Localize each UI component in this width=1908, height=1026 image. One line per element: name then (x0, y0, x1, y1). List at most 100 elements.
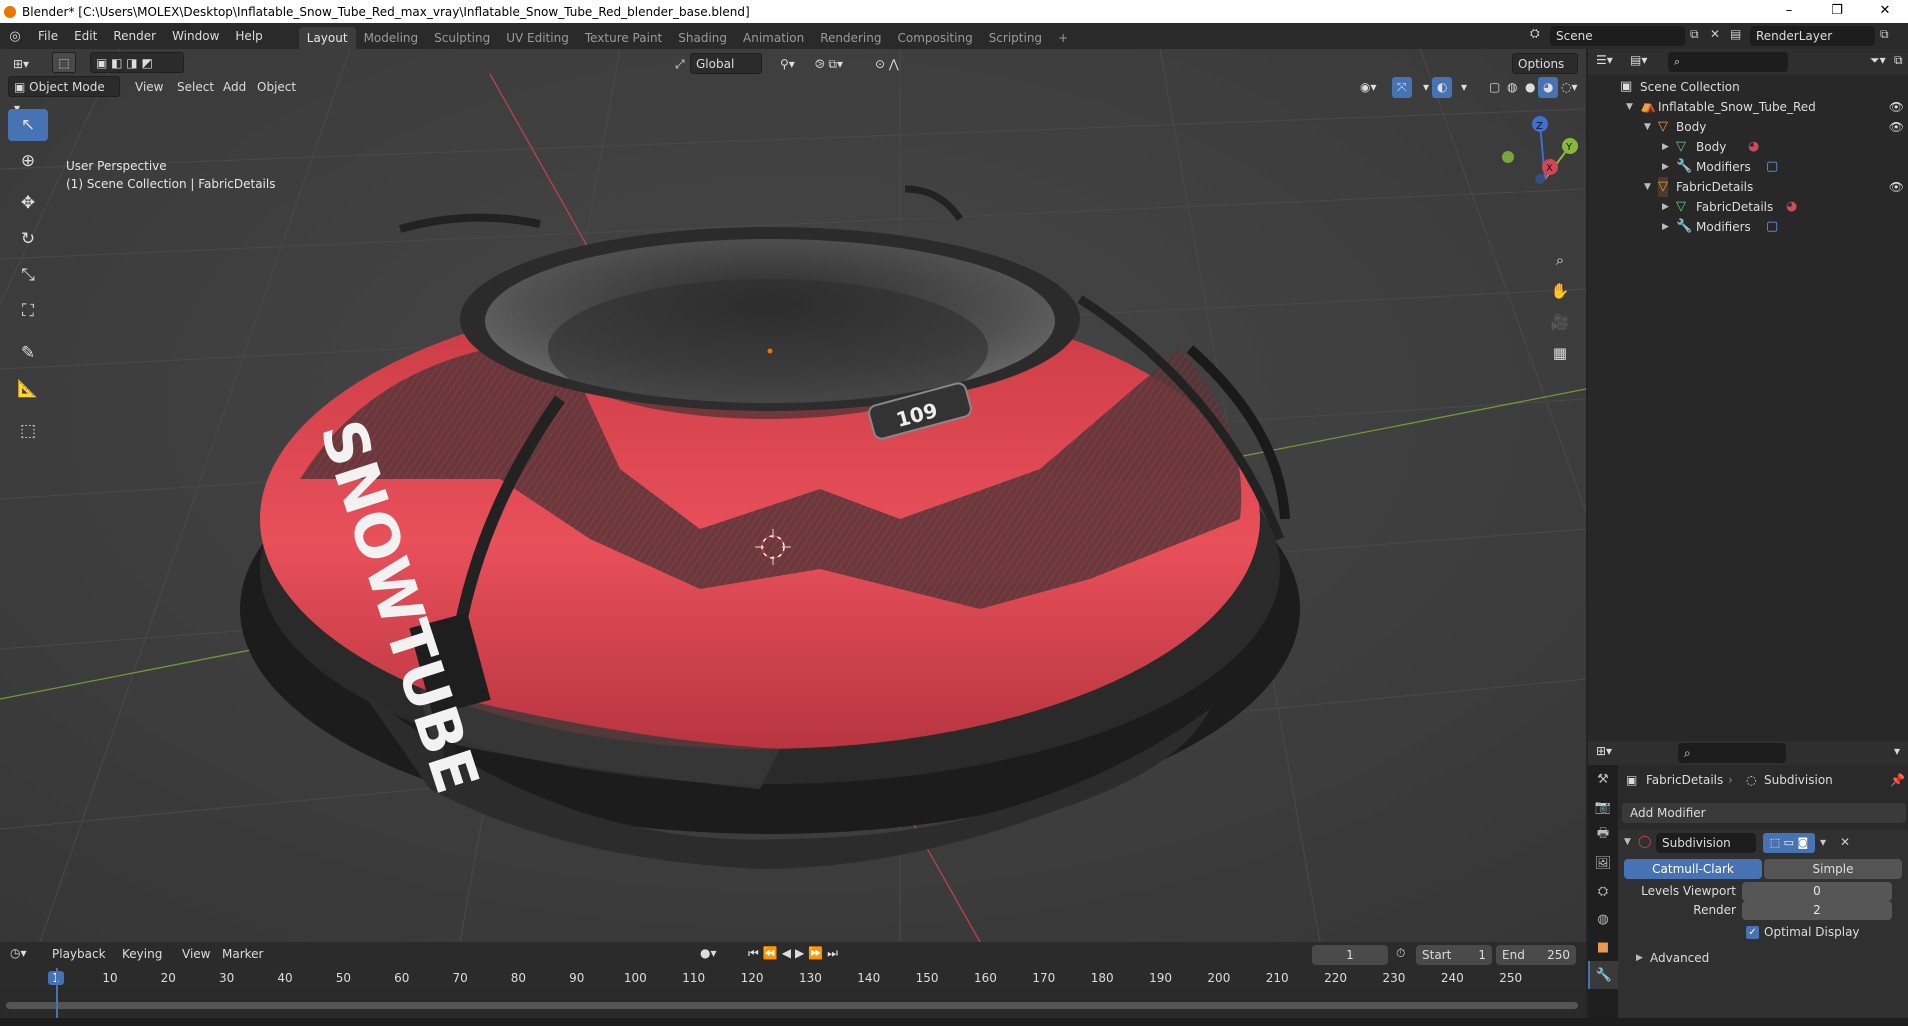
overlay-toggle-icon[interactable]: ◐ (1432, 77, 1453, 98)
modifier-display-toggles-icon[interactable]: ⬚ ▭ ◙ (1763, 833, 1815, 853)
render-levels-field[interactable]: 2 (1742, 901, 1892, 920)
measure-tool-icon[interactable]: 📐 (8, 373, 48, 405)
visibility-icon[interactable]: ◉▾ (1355, 77, 1382, 98)
tab-uv-editing[interactable]: UV Editing (498, 27, 577, 49)
modifier-name-input[interactable]: Subdivision (1656, 833, 1756, 853)
pin-icon[interactable]: 📌 (1890, 773, 1905, 787)
camera-view-icon[interactable]: 🎥 (1546, 308, 1574, 336)
close-window-button[interactable]: ✕ (1862, 0, 1908, 23)
select-box-icon[interactable]: ⬚ (52, 52, 76, 73)
menu-window[interactable]: Window (164, 23, 227, 49)
add-modifier-button[interactable]: Add Modifier (1622, 803, 1906, 823)
catmull-clark-button[interactable]: Catmull-Clark (1624, 859, 1762, 879)
frame-ruler[interactable]: 1102030405060708090100110120130140150160… (0, 968, 1586, 990)
blender-menu-icon[interactable]: ◎ (0, 29, 30, 44)
pan-hand-icon[interactable]: ✋ (1546, 277, 1574, 305)
outliner-search-input[interactable]: ⌕ (1668, 52, 1788, 72)
outliner-row-fabric-modifiers[interactable]: ▶ 🔧 Modifiers ▢ (1588, 217, 1908, 237)
selection-mode-icons[interactable]: ▣ ◧ ◨ ◩ (90, 52, 184, 73)
select-tool-icon[interactable]: ↖ (8, 109, 48, 141)
tab-layout[interactable]: Layout (298, 27, 356, 49)
cursor-tool-icon[interactable]: ⊕ (8, 145, 48, 177)
tab-texture-paint[interactable]: Texture Paint (577, 27, 670, 49)
snap-icon[interactable]: ⧁ ⧉▾ (810, 54, 848, 75)
outliner-row-fabric-details[interactable]: ▼ ▽ FabricDetails 👁 (1588, 177, 1908, 197)
mode-dropdown[interactable]: ▣ Object Mode ▾ (8, 76, 120, 115)
view-layer-tab-icon[interactable]: 🖼 (1588, 849, 1618, 877)
timeline-scrollbar[interactable] (6, 1002, 1578, 1009)
move-tool-icon[interactable]: ✥ (8, 187, 48, 219)
ortho-grid-icon[interactable]: ▦ (1546, 339, 1574, 367)
expand-arrow-icon[interactable]: ▼ (1626, 97, 1633, 117)
transform-tool-icon[interactable]: ⛶ (8, 295, 48, 327)
object-tab-icon[interactable]: ■ (1588, 933, 1618, 961)
properties-dropdown-icon[interactable]: ▾ (1894, 744, 1900, 758)
menu-select[interactable]: Select (172, 77, 219, 98)
advanced-section-label[interactable]: Advanced (1650, 951, 1709, 965)
modifier-dropdown-icon[interactable]: ▾ (1820, 835, 1826, 849)
playback-controls-icon[interactable]: ⏮⏪◀▶⏩⏭ (748, 946, 842, 961)
scale-tool-icon[interactable]: ⤡ (8, 259, 48, 291)
rotate-tool-icon[interactable]: ↻ (8, 223, 48, 255)
record-icon[interactable]: ●▾ (700, 946, 717, 960)
tab-shading[interactable]: Shading (670, 27, 735, 49)
scene-selector[interactable]: Scene (1550, 26, 1685, 46)
menu-file[interactable]: File (30, 23, 66, 49)
view-layer-selector[interactable]: RenderLayer (1750, 26, 1875, 46)
options-dropdown[interactable]: Options (1512, 53, 1578, 74)
outliner-row-fabric-details-mesh[interactable]: ▶ ▽ FabricDetails ◕ (1588, 197, 1908, 217)
eye-icon[interactable]: 👁 (1889, 177, 1904, 197)
preview-range-icon[interactable]: ⏱ (1396, 946, 1405, 961)
tab-scripting[interactable]: Scripting (981, 27, 1050, 49)
filter-icon[interactable]: ⏷▾ (1870, 53, 1886, 68)
tab-compositing[interactable]: Compositing (889, 27, 980, 49)
simple-button[interactable]: Simple (1764, 859, 1902, 879)
menu-help[interactable]: Help (227, 23, 270, 49)
new-collection-icon[interactable]: ⧉ (1894, 53, 1903, 68)
remove-scene-icon[interactable]: ✕ (1710, 27, 1720, 41)
proportional-edit-icon[interactable]: ⊙ ⋀ (870, 54, 904, 75)
modifier-tab-icon[interactable]: 🔧 (1588, 961, 1618, 989)
levels-viewport-field[interactable]: 0 (1742, 882, 1892, 901)
maximize-button[interactable]: ❐ (1814, 0, 1860, 23)
marker-menu[interactable]: Marker (222, 947, 263, 961)
world-tab-icon[interactable]: ◍ (1588, 905, 1618, 933)
collapse-arrow-icon[interactable]: ▶ (1662, 217, 1669, 237)
output-tab-icon[interactable]: 🖶 (1588, 821, 1618, 849)
menu-view[interactable]: View (130, 77, 168, 98)
rendered-shading-icon[interactable]: ◌▾ (1556, 77, 1583, 98)
outliner-editor-icon[interactable]: ☰▾ (1596, 53, 1613, 67)
add-workspace-button[interactable]: + (1050, 27, 1076, 49)
overlay-dropdown-icon[interactable]: ▾ (1456, 77, 1472, 98)
tab-sculpting[interactable]: Sculpting (426, 27, 498, 49)
editor-type-icon[interactable]: ⊞▾ (8, 54, 34, 75)
menu-object[interactable]: Object (252, 77, 301, 98)
tool-tab-icon[interactable]: ⚒ (1588, 765, 1618, 793)
menu-render[interactable]: Render (105, 23, 164, 49)
timeline-view-menu[interactable]: View (182, 947, 210, 961)
collapse-arrow-icon[interactable]: ▶ (1662, 197, 1669, 217)
annotate-tool-icon[interactable]: ✎ (8, 337, 48, 369)
collapse-arrow-icon[interactable]: ▶ (1662, 157, 1669, 177)
outliner-row-snow-tube[interactable]: ▼ ⛺ Inflatable_Snow_Tube_Red 👁 (1588, 97, 1908, 117)
expand-arrow-icon[interactable]: ▼ (1644, 117, 1651, 137)
add-cube-tool-icon[interactable]: ⬚ (8, 415, 48, 447)
eye-icon[interactable]: 👁 (1889, 97, 1904, 117)
outliner-row-body-mesh[interactable]: ▶ ▽ Body ◕ (1588, 137, 1908, 157)
playback-menu[interactable]: Playback (52, 947, 106, 961)
current-frame-field[interactable]: 1 (1312, 945, 1388, 965)
scene-tab-icon[interactable]: ⛭ (1588, 877, 1618, 905)
outliner-row-body[interactable]: ▼ ▽ Body 👁 (1588, 117, 1908, 137)
collapse-arrow-icon[interactable]: ▶ (1662, 137, 1669, 157)
outliner-row-scene-collection[interactable]: ▣ Scene Collection (1588, 77, 1908, 97)
expand-arrow-icon[interactable]: ▼ (1644, 177, 1651, 197)
remove-modifier-icon[interactable]: ✕ (1840, 835, 1850, 849)
copy-view-layer-icon[interactable]: ⧉ (1880, 27, 1889, 42)
zoom-icon[interactable]: ⌕ (1546, 246, 1574, 274)
orientation-dropdown[interactable]: Global (690, 53, 762, 74)
menu-edit[interactable]: Edit (66, 23, 105, 49)
properties-editor-icon[interactable]: ⊞▾ (1596, 744, 1612, 758)
timeline-editor-icon[interactable]: ◷▾ (10, 946, 27, 960)
advanced-expand-icon[interactable]: ▶ (1636, 953, 1643, 963)
outliner-row-body-modifiers[interactable]: ▶ 🔧 Modifiers ▢ (1588, 157, 1908, 177)
